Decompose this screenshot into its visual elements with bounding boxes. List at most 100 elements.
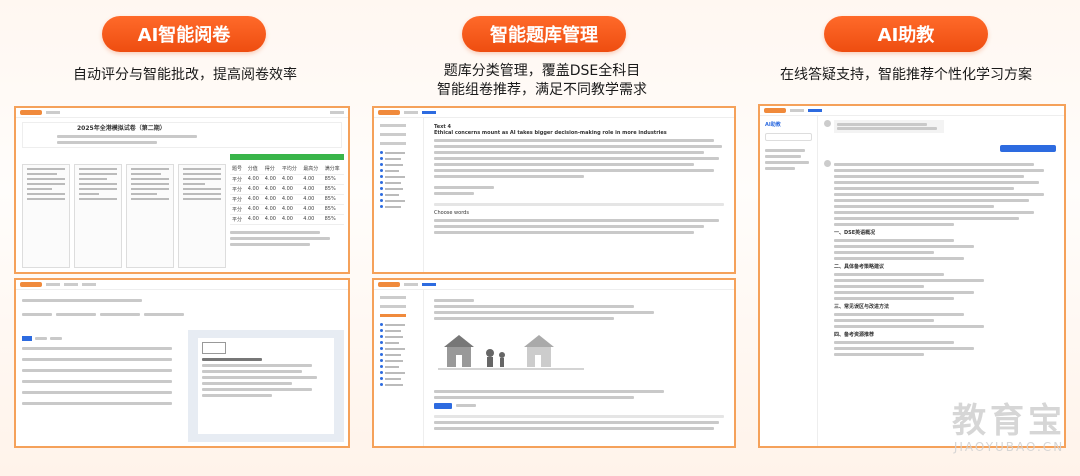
nav-item[interactable] [790, 109, 804, 112]
table-cell: 4.00 [301, 214, 323, 225]
table-row[interactable]: 平分 4.00 4.00 4.00 4.00 85% [230, 174, 344, 185]
row-label: 平分 [230, 214, 246, 225]
table-row[interactable]: 平分 4.00 4.00 4.00 4.00 85% [230, 204, 344, 215]
table-row[interactable] [22, 358, 172, 361]
option-line[interactable] [434, 390, 664, 393]
nav-item[interactable] [46, 111, 60, 114]
answer-sheet-thumbnail[interactable] [22, 164, 70, 268]
table-row[interactable] [22, 347, 172, 350]
question-line [434, 317, 614, 320]
column-header: 满分率 [322, 164, 344, 175]
tree-item-active[interactable] [380, 314, 406, 317]
qr-code [202, 342, 226, 354]
row-label: 平分 [230, 174, 246, 185]
nav-item-active[interactable] [422, 111, 436, 114]
filter-chip[interactable] [100, 313, 140, 316]
app-topbar [16, 280, 348, 290]
answer-sheet-thumbnail[interactable] [74, 164, 122, 268]
sheet-line [202, 370, 302, 373]
table-cell: 4.00 [245, 204, 263, 215]
question-line [434, 219, 719, 222]
history-item[interactable] [765, 161, 809, 164]
table-row[interactable]: 平分 4.00 4.00 4.00 4.00 85% [230, 214, 344, 225]
passage-line [434, 139, 714, 142]
nav-item[interactable] [404, 283, 418, 286]
table-cell: 4.00 [301, 184, 323, 195]
app-logo [20, 110, 42, 115]
table-row[interactable]: 平分 4.00 4.00 4.00 4.00 85% [230, 184, 344, 195]
table-cell: 85% [322, 174, 344, 185]
tree-item[interactable] [380, 305, 406, 308]
feature-description-ai-assistant: 在线答疑支持，智能推荐个性化学习方案 [756, 66, 1056, 85]
tab[interactable] [35, 337, 47, 340]
feature-title-question-bank: 智能题库管理 [462, 16, 626, 52]
table-cell: 4.00 [279, 204, 302, 215]
assistant-sidebar: AI助教 [760, 116, 818, 446]
tree-item[interactable] [380, 142, 406, 145]
nav-item-active[interactable] [422, 283, 436, 286]
table-row[interactable] [22, 402, 172, 405]
answer-sheet-preview[interactable] [188, 330, 344, 442]
question-line [434, 311, 654, 314]
answer-sheet-thumbnail[interactable] [126, 164, 174, 268]
nav-item[interactable] [82, 283, 96, 286]
exam-info-card: 2025年全港模拟试卷（第二期） [22, 122, 342, 148]
assistant-screenshot: AI助教 一、DSE英语概况 二、具体备考策略建议 三、常见误区与改进方法 四、… [758, 104, 1066, 448]
table-cell: 85% [322, 184, 344, 195]
section-header: 四、备考资源推荐 [834, 332, 875, 338]
feature-title-text: AI助教 [877, 25, 935, 46]
history-item[interactable] [765, 155, 801, 158]
table-cell: 4.00 [262, 194, 280, 205]
tab-active[interactable] [22, 336, 32, 341]
column-header: 最高分 [301, 164, 323, 175]
table-cell: 4.00 [245, 174, 263, 185]
app-logo [378, 282, 400, 287]
description-line: 题库分类管理，覆盖DSE全科目 [443, 63, 641, 79]
table-cell: 4.00 [245, 214, 263, 225]
comment-field[interactable] [230, 230, 320, 234]
table-row[interactable] [22, 380, 172, 383]
answer-sheet-thumbnail[interactable] [178, 164, 226, 268]
search-input[interactable] [765, 133, 812, 141]
column-header: 得分 [262, 164, 280, 175]
table-cell: 4.00 [262, 204, 280, 215]
nav-item[interactable] [46, 283, 60, 286]
answer-label [434, 192, 474, 195]
history-item[interactable] [765, 167, 795, 170]
table-row[interactable] [22, 369, 172, 372]
question-label [434, 299, 474, 302]
description-line: 自动评分与智能批改，提高阅卷效率 [73, 67, 297, 83]
user-menu[interactable] [330, 111, 344, 114]
question-content: Text 4 Ethical concerns mount as AI take… [434, 124, 726, 237]
assistant-title: AI助教 [765, 122, 781, 128]
tree-item[interactable] [380, 124, 406, 127]
nav-item-active[interactable] [808, 109, 822, 112]
sheet-line [202, 382, 292, 385]
exam-meta [57, 141, 157, 144]
filter-chip[interactable] [144, 313, 184, 316]
secondary-button[interactable] [456, 404, 476, 407]
table-row[interactable]: 平分 4.00 4.00 4.00 4.00 85% [230, 194, 344, 205]
filter-chip[interactable] [22, 313, 52, 316]
description-line: 在线答疑支持，智能推荐个性化学习方案 [780, 67, 1032, 83]
nav-item[interactable] [404, 111, 418, 114]
comment-field[interactable] [230, 242, 310, 246]
tab[interactable] [50, 337, 62, 340]
section-header: 一、DSE英语概况 [834, 230, 876, 236]
app-logo [20, 282, 42, 287]
chat-area: 一、DSE英语概况 二、具体备考策略建议 三、常见误区与改进方法 四、备考资源推… [824, 120, 1056, 442]
tree-item[interactable] [380, 133, 406, 136]
column-header: 题号 [230, 164, 246, 175]
table-row[interactable] [22, 391, 172, 394]
question-line [434, 225, 704, 228]
filter-chip[interactable] [56, 313, 96, 316]
exam-title: 2025年全港模拟试卷（第二期） [77, 125, 166, 132]
comment-field[interactable] [230, 236, 330, 240]
feature-title-text: 智能题库管理 [490, 25, 598, 46]
nav-item[interactable] [64, 283, 78, 286]
history-item[interactable] [765, 149, 805, 152]
add-question-button[interactable] [434, 403, 452, 409]
table-cell: 4.00 [301, 204, 323, 215]
tree-item[interactable] [380, 296, 406, 299]
option-line[interactable] [434, 396, 634, 399]
